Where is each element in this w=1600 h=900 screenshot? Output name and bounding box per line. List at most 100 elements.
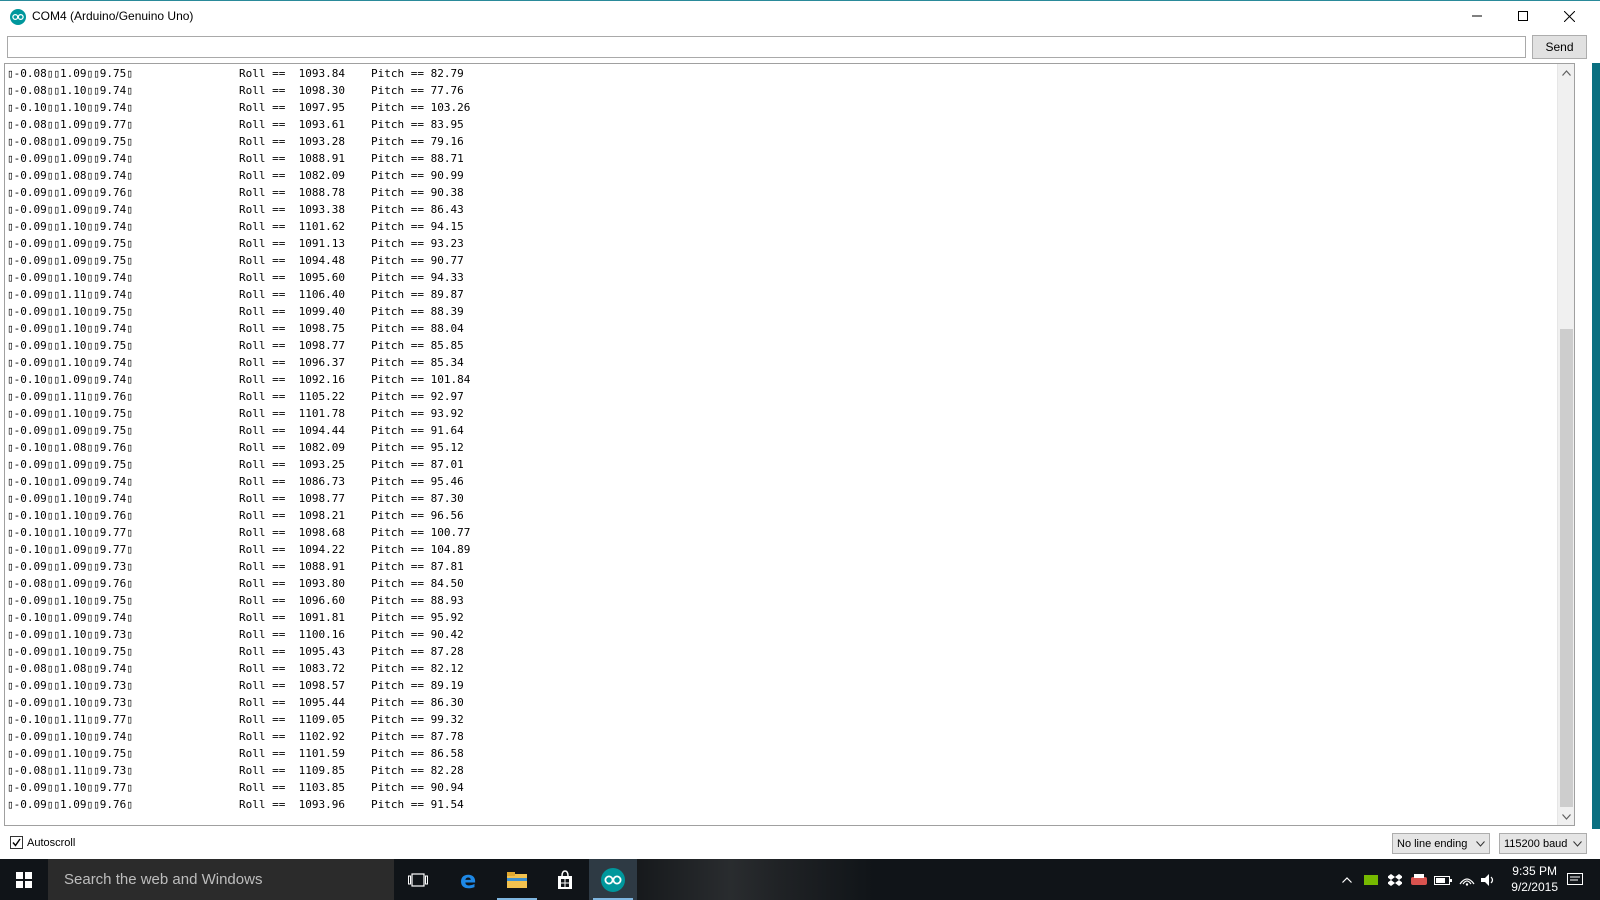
serial-roll-value: Roll == 1098.21: [239, 509, 345, 522]
action-center-button[interactable]: [1560, 859, 1590, 900]
edge-button[interactable]: e: [445, 859, 493, 900]
serial-line: ▯-0.09▯▯1.10▯▯9.73▯ Roll == 1100.16 Pitch …: [7, 626, 607, 643]
vertical-scrollbar[interactable]: [1557, 64, 1574, 825]
file-explorer-button[interactable]: [493, 859, 541, 900]
serial-raw-values: ▯-0.09▯▯1.09▯▯9.75▯: [7, 458, 133, 471]
scroll-down-arrow-icon[interactable]: [1558, 808, 1574, 825]
autoscroll-checkbox[interactable]: [10, 836, 23, 849]
serial-pitch-value: Pitch == 93.92: [371, 407, 464, 420]
serial-pitch-value: Pitch == 84.50: [371, 577, 464, 590]
battery-icon[interactable]: [1432, 859, 1454, 900]
serial-roll-value: Roll == 1098.77: [239, 492, 345, 505]
serial-raw-values: ▯-0.10▯▯1.10▯▯9.76▯: [7, 509, 133, 522]
serial-pitch-value: Pitch == 89.19: [371, 679, 464, 692]
serial-line: ▯-0.09▯▯1.09▯▯9.75▯ Roll == 1094.44 Pitch …: [7, 422, 607, 439]
file-explorer-icon: [507, 871, 527, 888]
serial-pitch-value: Pitch == 87.78: [371, 730, 464, 743]
serial-line: ▯-0.09▯▯1.10▯▯9.77▯ Roll == 1103.85 Pitch …: [7, 779, 607, 796]
serial-raw-values: ▯-0.09▯▯1.09▯▯9.74▯: [7, 203, 133, 216]
task-view-button[interactable]: [394, 859, 442, 900]
serial-pitch-value: Pitch == 87.01: [371, 458, 464, 471]
nvidia-tray-icon[interactable]: [1360, 859, 1382, 900]
autoscroll-toggle[interactable]: Autoscroll: [10, 836, 75, 849]
serial-raw-values: ▯-0.09▯▯1.10▯▯9.75▯: [7, 305, 133, 318]
serial-pitch-value: Pitch == 86.30: [371, 696, 464, 709]
serial-line: ▯-0.09▯▯1.09▯▯9.75▯ Roll == 1091.13 Pitch …: [7, 235, 607, 252]
serial-roll-value: Roll == 1095.43: [239, 645, 345, 658]
serial-roll-value: Roll == 1083.72: [239, 662, 345, 675]
serial-roll-value: Roll == 1088.91: [239, 560, 345, 573]
serial-line: ▯-0.09▯▯1.10▯▯9.74▯ Roll == 1096.37 Pitch …: [7, 354, 607, 371]
serial-send-input[interactable]: [7, 36, 1526, 58]
serial-line: ▯-0.10▯▯1.09▯▯9.74▯ Roll == 1092.16 Pitch …: [7, 371, 607, 388]
taskbar-search[interactable]: Search the web and Windows: [48, 859, 394, 900]
start-button[interactable]: [0, 859, 48, 900]
serial-pitch-value: Pitch == 82.79: [371, 67, 464, 80]
serial-raw-values: ▯-0.09▯▯1.10▯▯9.74▯: [7, 271, 133, 284]
serial-roll-value: Roll == 1101.62: [239, 220, 345, 233]
task-view-icon: [408, 872, 428, 887]
serial-pitch-value: Pitch == 104.89: [371, 543, 471, 556]
serial-pitch-value: Pitch == 88.39: [371, 305, 464, 318]
serial-line: ▯-0.10▯▯1.08▯▯9.76▯ Roll == 1082.09 Pitch …: [7, 439, 607, 456]
serial-raw-values: ▯-0.08▯▯1.09▯▯9.77▯: [7, 118, 133, 131]
serial-pitch-value: Pitch == 103.26: [371, 101, 471, 114]
serial-raw-values: ▯-0.09▯▯1.11▯▯9.76▯: [7, 390, 133, 403]
line-ending-select[interactable]: No line ending: [1392, 833, 1490, 854]
serial-roll-value: Roll == 1093.38: [239, 203, 345, 216]
show-hidden-icons-button[interactable]: [1336, 859, 1358, 900]
serial-raw-values: ▯-0.09▯▯1.08▯▯9.74▯: [7, 169, 133, 182]
volume-icon[interactable]: [1478, 859, 1500, 900]
serial-pitch-value: Pitch == 95.92: [371, 611, 464, 624]
scroll-up-arrow-icon[interactable]: [1558, 64, 1574, 81]
close-button[interactable]: [1546, 1, 1592, 31]
serial-raw-values: ▯-0.09▯▯1.09▯▯9.75▯: [7, 424, 133, 437]
background-window-edge: [1592, 63, 1600, 859]
serial-roll-value: Roll == 1093.25: [239, 458, 345, 471]
serial-roll-value: Roll == 1098.30: [239, 84, 345, 97]
chevron-up-icon: [1342, 876, 1352, 883]
serial-roll-value: Roll == 1098.75: [239, 322, 345, 335]
scrollbar-thumb[interactable]: [1560, 329, 1573, 807]
minimize-button[interactable]: [1454, 1, 1500, 31]
serial-roll-value: Roll == 1109.05: [239, 713, 345, 726]
baud-rate-select[interactable]: 115200 baud: [1499, 833, 1587, 854]
serial-line: ▯-0.09▯▯1.10▯▯9.74▯ Roll == 1101.62 Pitch …: [7, 218, 607, 235]
serial-raw-values: ▯-0.10▯▯1.10▯▯9.74▯: [7, 101, 133, 114]
wifi-icon[interactable]: [1456, 859, 1478, 900]
serial-raw-values: ▯-0.09▯▯1.10▯▯9.75▯: [7, 594, 133, 607]
clock-date: 9/2/2015: [1511, 880, 1558, 894]
serial-line: ▯-0.10▯▯1.11▯▯9.77▯ Roll == 1109.05 Pitch …: [7, 711, 607, 728]
serial-line: ▯-0.08▯▯1.09▯▯9.77▯ Roll == 1093.61 Pitch …: [7, 116, 607, 133]
serial-line: ▯-0.10▯▯1.10▯▯9.74▯ Roll == 1097.95 Pitch …: [7, 99, 607, 116]
serial-raw-values: ▯-0.08▯▯1.09▯▯9.75▯: [7, 135, 133, 148]
serial-roll-value: Roll == 1097.95: [239, 101, 345, 114]
serial-output[interactable]: ▯-0.08▯▯1.09▯▯9.75▯ Roll == 1093.84 Pitch …: [4, 63, 1575, 826]
serial-line: ▯-0.08▯▯1.11▯▯9.73▯ Roll == 1109.85 Pitch …: [7, 762, 607, 779]
serial-roll-value: Roll == 1091.81: [239, 611, 345, 624]
serial-raw-values: ▯-0.09▯▯1.09▯▯9.74▯: [7, 152, 133, 165]
maximize-button[interactable]: [1500, 1, 1546, 31]
serial-roll-value: Roll == 1095.60: [239, 271, 345, 284]
send-button[interactable]: Send: [1532, 35, 1587, 59]
serial-line: ▯-0.09▯▯1.09▯▯9.76▯ Roll == 1093.96 Pitch …: [7, 796, 607, 813]
serial-line: ▯-0.10▯▯1.09▯▯9.74▯ Roll == 1086.73 Pitch …: [7, 473, 607, 490]
serial-roll-value: Roll == 1086.73: [239, 475, 345, 488]
serial-raw-values: ▯-0.10▯▯1.08▯▯9.76▯: [7, 441, 133, 454]
serial-raw-values: ▯-0.08▯▯1.08▯▯9.74▯: [7, 662, 133, 675]
serial-roll-value: Roll == 1088.78: [239, 186, 345, 199]
taskbar-clock[interactable]: 9:35 PM 9/2/2015: [1511, 863, 1558, 895]
serial-pitch-value: Pitch == 90.42: [371, 628, 464, 641]
serial-roll-value: Roll == 1093.61: [239, 118, 345, 131]
arduino-taskbar-button[interactable]: [589, 859, 637, 900]
serial-pitch-value: Pitch == 90.99: [371, 169, 464, 182]
serial-line: ▯-0.09▯▯1.09▯▯9.74▯ Roll == 1088.91 Pitch …: [7, 150, 607, 167]
serial-raw-values: ▯-0.10▯▯1.10▯▯9.77▯: [7, 526, 133, 539]
store-button[interactable]: [541, 859, 589, 900]
serial-raw-values: ▯-0.09▯▯1.09▯▯9.76▯: [7, 798, 133, 811]
serial-roll-value: Roll == 1092.16: [239, 373, 345, 386]
serial-roll-value: Roll == 1094.44: [239, 424, 345, 437]
usb-device-tray-icon[interactable]: [1408, 859, 1430, 900]
dropbox-tray-icon[interactable]: [1384, 859, 1406, 900]
serial-line: ▯-0.10▯▯1.10▯▯9.76▯ Roll == 1098.21 Pitch …: [7, 507, 607, 524]
